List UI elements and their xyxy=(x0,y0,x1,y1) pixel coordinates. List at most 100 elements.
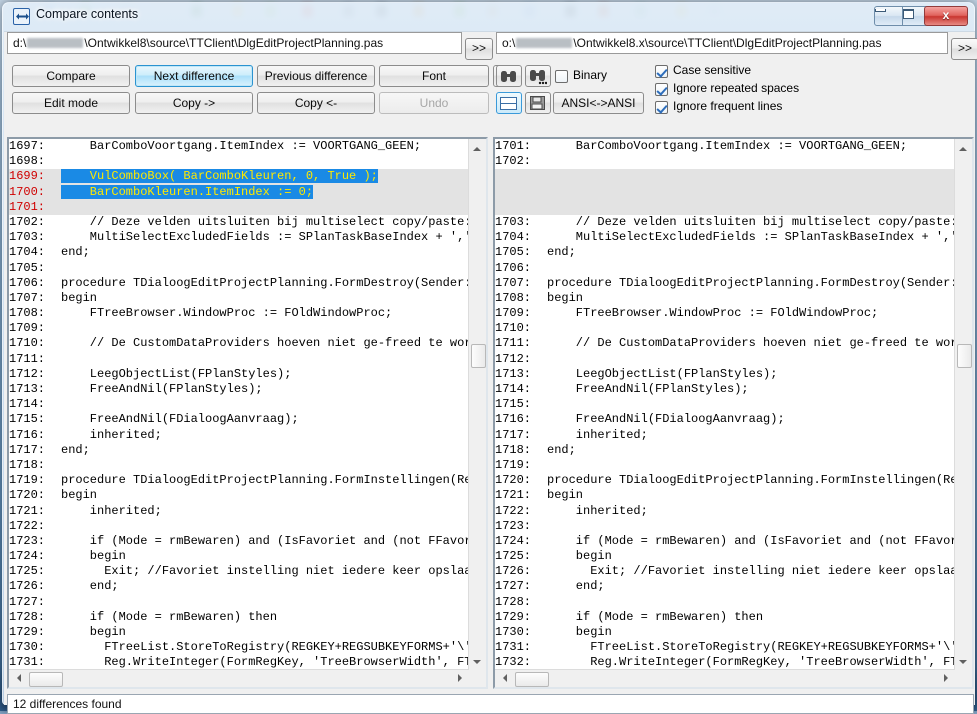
next-difference-button[interactable]: Next difference xyxy=(135,65,253,87)
code-line[interactable]: 1728: xyxy=(495,595,955,610)
code-line[interactable]: 1729: begin xyxy=(9,625,469,640)
code-line[interactable]: 1706: xyxy=(495,261,955,276)
code-line[interactable]: 1724: begin xyxy=(9,549,469,564)
code-line[interactable] xyxy=(495,184,955,200)
code-line[interactable]: 1722: inherited; xyxy=(495,504,955,519)
code-line[interactable]: 1718: xyxy=(9,458,469,473)
code-line[interactable]: 1716: inherited; xyxy=(9,428,469,443)
right-vertical-scrollbar[interactable] xyxy=(954,139,972,670)
code-line[interactable]: 1719: procedure TDialoogEditProjectPlanni… xyxy=(9,473,469,488)
code-line[interactable]: 1717: inherited; xyxy=(495,428,955,443)
code-line[interactable]: 1712: LeegObjectList(FPlanStyles); xyxy=(9,367,469,382)
code-line[interactable]: 1701: BarComboVoortgang.ItemIndex := VOO… xyxy=(495,139,955,154)
code-line[interactable]: 1698: xyxy=(9,154,469,169)
code-line[interactable]: 1730: FTreeList.StoreToRegistry(REGKEY+R… xyxy=(9,640,469,655)
find-button[interactable] xyxy=(496,65,522,87)
case-sensitive-checkbox[interactable] xyxy=(655,65,668,78)
close-button[interactable]: x xyxy=(924,6,968,26)
code-line[interactable]: 1727: end; xyxy=(495,579,955,594)
code-line[interactable]: 1699: VulComboBox( BarComboKleuren, 0, T… xyxy=(9,169,469,185)
left-path-browse-button[interactable]: >> xyxy=(465,38,493,60)
ignore-frequent-lines-checkbox[interactable] xyxy=(655,101,668,114)
right-horizontal-scroll-thumb[interactable] xyxy=(515,672,549,687)
left-scroll-up-arrow[interactable] xyxy=(469,139,486,156)
code-line[interactable]: 1719: xyxy=(495,458,955,473)
code-line[interactable] xyxy=(495,169,955,185)
left-code-view[interactable]: 1697: BarComboVoortgang.ItemIndex := VOO… xyxy=(9,139,469,670)
code-line[interactable]: 1704: end; xyxy=(9,245,469,260)
left-horizontal-scrollbar[interactable] xyxy=(9,669,469,687)
code-line[interactable]: 1727: xyxy=(9,595,469,610)
undo-button[interactable]: Undo xyxy=(379,92,489,114)
code-line[interactable]: 1710: // De CustomDataProviders hoeven n… xyxy=(9,336,469,351)
left-scroll-down-arrow[interactable] xyxy=(469,653,486,670)
code-line[interactable]: 1708: FTreeBrowser.WindowProc := FOldWin… xyxy=(9,306,469,321)
compare-button[interactable]: Compare xyxy=(12,65,130,87)
right-scroll-right-arrow[interactable] xyxy=(938,670,955,687)
ignore-repeated-spaces-checkbox[interactable] xyxy=(655,83,668,96)
right-scroll-left-arrow[interactable] xyxy=(495,670,512,687)
right-path-input[interactable]: o:\ \Ontwikkel8.x\source\TTClient\DlgEdit… xyxy=(496,32,948,54)
encoding-button[interactable]: ANSI<->ANSI xyxy=(553,92,644,114)
code-line[interactable]: 1724: if (Mode = rmBewaren) and (IsFavor… xyxy=(495,534,955,549)
code-line[interactable]: 1706: procedure TDialoogEditProjectPlanni… xyxy=(9,276,469,291)
right-vertical-scroll-thumb[interactable] xyxy=(957,344,972,368)
left-horizontal-scroll-thumb[interactable] xyxy=(29,672,63,687)
code-line[interactable]: 1720: procedure TDialoogEditProjectPlanni… xyxy=(495,473,955,488)
left-vertical-scroll-thumb[interactable] xyxy=(471,344,486,368)
code-line[interactable]: 1726: Exit; //Favoriet instelling niet i… xyxy=(495,564,955,579)
code-line[interactable]: 1710: xyxy=(495,321,955,336)
right-path-browse-button[interactable]: >> xyxy=(951,38,977,60)
code-line[interactable]: 1713: LeegObjectList(FPlanStyles); xyxy=(495,367,955,382)
code-line[interactable]: 1732: Reg.WriteInteger(FormRegKey, 'Tree… xyxy=(495,655,955,670)
code-line[interactable]: 1702: xyxy=(495,154,955,169)
left-scroll-right-arrow[interactable] xyxy=(452,670,469,687)
code-line[interactable]: 1703: // Deze velden uitsluiten bij mult… xyxy=(495,215,955,230)
code-line[interactable]: 1714: xyxy=(9,397,469,412)
code-line[interactable]: 1723: xyxy=(495,519,955,534)
code-line[interactable]: 1722: xyxy=(9,519,469,534)
code-line[interactable]: 1716: FreeAndNil(FDialoogAanvraag); xyxy=(495,412,955,427)
code-line[interactable]: 1708: begin xyxy=(495,291,955,306)
code-line[interactable]: 1697: BarComboVoortgang.ItemIndex := VOO… xyxy=(9,139,469,154)
code-line[interactable]: 1705: end; xyxy=(495,245,955,260)
previous-difference-button[interactable]: Previous difference xyxy=(257,65,375,87)
code-line[interactable]: 1701: xyxy=(9,199,469,215)
minimize-button[interactable] xyxy=(874,6,903,26)
code-line[interactable]: 1711: // De CustomDataProviders hoeven n… xyxy=(495,336,955,351)
code-line[interactable]: 1704: MultiSelectExcludedFields := SPlan… xyxy=(495,230,955,245)
title-bar[interactable]: Compare contents x xyxy=(3,3,974,31)
right-diff-pane[interactable]: 1701: BarComboVoortgang.ItemIndex := VOO… xyxy=(493,137,974,689)
font-button[interactable]: Font xyxy=(379,65,489,87)
find-next-button[interactable] xyxy=(525,65,551,87)
code-line[interactable]: 1715: xyxy=(495,397,955,412)
code-line[interactable]: 1703: MultiSelectExcludedFields := SPlan… xyxy=(9,230,469,245)
split-view-button[interactable] xyxy=(496,92,522,114)
code-line[interactable]: 1707: procedure TDialoogEditProjectPlanni… xyxy=(495,276,955,291)
copy-left-button[interactable]: Copy <- xyxy=(257,92,375,114)
code-line[interactable]: 1726: end; xyxy=(9,579,469,594)
code-line[interactable]: 1725: begin xyxy=(495,549,955,564)
code-line[interactable]: 1715: FreeAndNil(FDialoogAanvraag); xyxy=(9,412,469,427)
code-line[interactable]: 1707: begin xyxy=(9,291,469,306)
code-line[interactable]: 1731: Reg.WriteInteger(FormRegKey, 'Tree… xyxy=(9,655,469,670)
code-line[interactable]: 1728: if (Mode = rmBewaren) then xyxy=(9,610,469,625)
code-line[interactable]: 1705: xyxy=(9,261,469,276)
code-line[interactable]: 1723: if (Mode = rmBewaren) and (IsFavor… xyxy=(9,534,469,549)
copy-right-button[interactable]: Copy -> xyxy=(135,92,253,114)
right-horizontal-scrollbar[interactable] xyxy=(495,669,955,687)
code-line[interactable]: 1721: inherited; xyxy=(9,504,469,519)
left-path-input[interactable]: d:\ \Ontwikkel8\source\TTClient\DlgEditPr… xyxy=(7,32,462,54)
code-line[interactable]: 1709: xyxy=(9,321,469,336)
code-line[interactable]: 1721: begin xyxy=(495,488,955,503)
code-line[interactable]: 1700: BarComboKleuren.ItemIndex := 0; xyxy=(9,184,469,200)
right-code-view[interactable]: 1701: BarComboVoortgang.ItemIndex := VOO… xyxy=(495,139,955,670)
code-line[interactable]: 1714: FreeAndNil(FPlanStyles); xyxy=(495,382,955,397)
left-scroll-left-arrow[interactable] xyxy=(9,670,26,687)
left-vertical-scrollbar[interactable] xyxy=(468,139,486,670)
right-scroll-down-arrow[interactable] xyxy=(955,653,972,670)
code-line[interactable]: 1718: end; xyxy=(495,443,955,458)
code-line[interactable]: 1717: end; xyxy=(9,443,469,458)
code-line[interactable]: 1711: xyxy=(9,352,469,367)
code-line[interactable] xyxy=(495,199,955,215)
